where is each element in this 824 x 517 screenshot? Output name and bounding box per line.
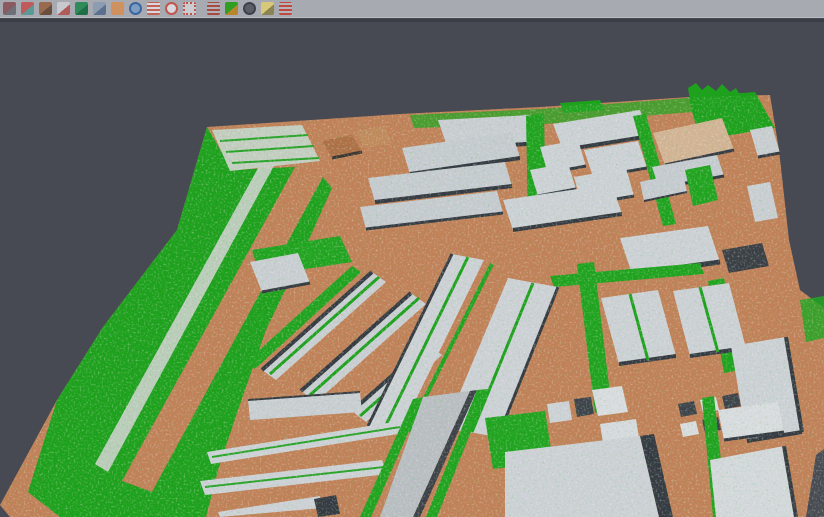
mesh-mound-icon[interactable] <box>39 2 52 15</box>
yellow-x-icon[interactable] <box>261 2 274 15</box>
point-picker-icon[interactable] <box>57 2 70 15</box>
dark-sphere-icon[interactable] <box>243 2 256 15</box>
main-toolbar <box>0 0 824 18</box>
noise-green <box>0 0 824 517</box>
color-scale-icon[interactable] <box>3 2 16 15</box>
globe-icon[interactable] <box>129 2 142 15</box>
red-ring-icon[interactable] <box>165 2 178 15</box>
scene-svg[interactable] <box>0 0 824 517</box>
red-bar-icon[interactable] <box>279 2 292 15</box>
profile-bar-icon[interactable] <box>93 2 106 15</box>
red-corners-icon[interactable] <box>183 2 196 15</box>
classified-map-icon[interactable] <box>225 2 238 15</box>
terrain-mound-icon[interactable] <box>75 2 88 15</box>
red-stripes-icon[interactable] <box>147 2 160 15</box>
checker-filter-icon[interactable] <box>207 2 220 15</box>
toolbar-shadow-strip <box>0 19 824 22</box>
screen <box>0 0 824 517</box>
palette-icon[interactable] <box>21 2 34 15</box>
texture-layer <box>0 0 824 517</box>
orange-tile-icon[interactable] <box>111 2 124 15</box>
